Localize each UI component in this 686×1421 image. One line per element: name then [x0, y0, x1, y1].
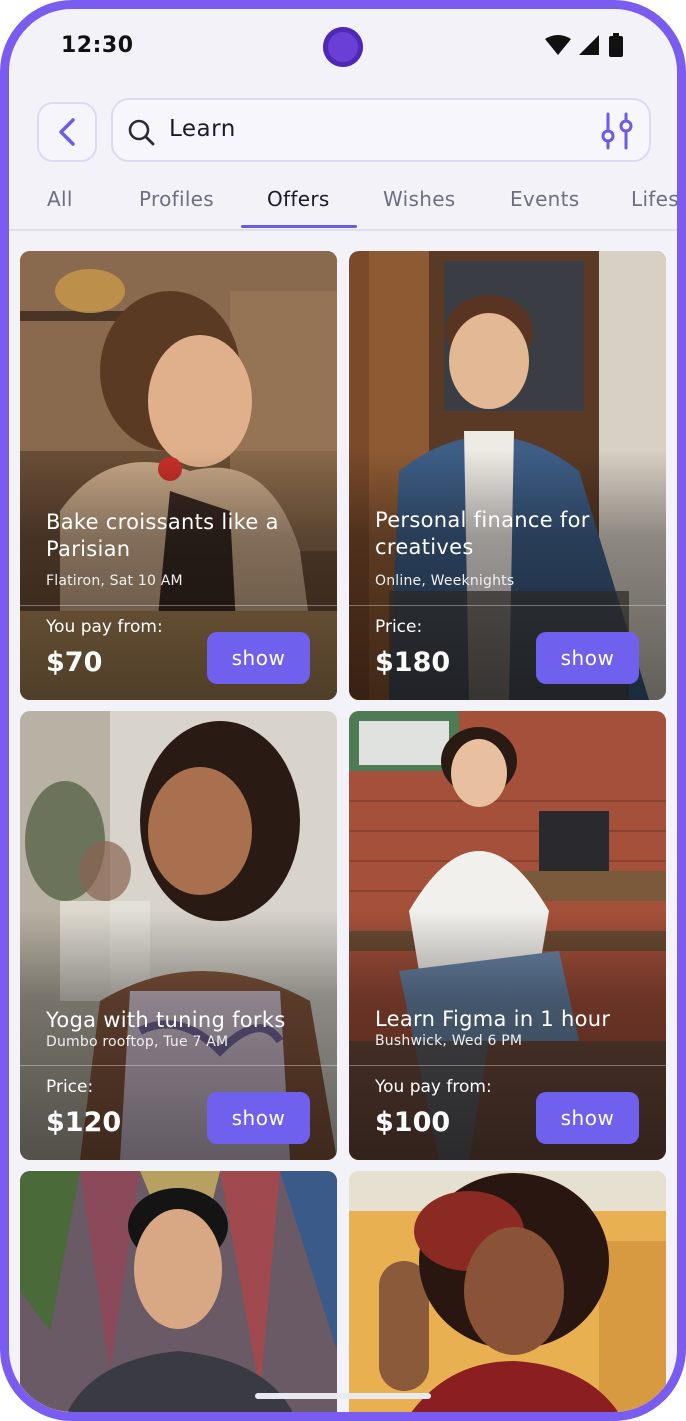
- price-value: $70: [46, 647, 103, 678]
- wifi-icon: [545, 35, 571, 55]
- system-icons: [545, 33, 623, 57]
- offer-title: Personal finance for creatives: [375, 508, 590, 559]
- offer-location-time: Dumbo rooftop, Tue 7 AM: [46, 1034, 229, 1050]
- price-value: $100: [375, 1107, 451, 1138]
- offer-photo: [349, 1171, 666, 1412]
- screen: 12:30 Learn All Profiles Offers Wishes E…: [9, 9, 677, 1412]
- offer-location-time: Bushwick, Wed 6 PM: [375, 1033, 523, 1049]
- status-time: 12:30: [61, 33, 134, 58]
- tab-all[interactable]: All: [47, 187, 73, 211]
- offer-title: Learn Figma in 1 hour: [375, 1007, 611, 1031]
- card-divider: [349, 605, 666, 606]
- offer-location-time: Flatiron, Sat 10 AM: [46, 573, 183, 589]
- show-button[interactable]: show: [536, 632, 639, 684]
- search-input[interactable]: Learn: [169, 116, 236, 142]
- card-divider: [349, 1065, 666, 1066]
- price-label: You pay from:: [375, 1077, 492, 1097]
- tab-lifes[interactable]: Lifes: [631, 187, 677, 211]
- offer-title: Bake croissants like a Parisian: [46, 510, 279, 561]
- price-label: You pay from:: [46, 617, 163, 637]
- front-camera: [323, 27, 363, 67]
- card-divider: [20, 605, 337, 606]
- battery-icon: [609, 33, 623, 57]
- home-indicator[interactable]: [255, 1393, 431, 1399]
- offer-card[interactable]: Learn Figma in 1 hour Bushwick, Wed 6 PM…: [349, 711, 666, 1160]
- card-divider: [20, 1065, 337, 1066]
- phone-frame: 12:30 Learn All Profiles Offers Wishes E…: [0, 0, 686, 1421]
- price-value: $120: [46, 1107, 122, 1138]
- offer-card[interactable]: Bake croissants like a Parisian Flatiron…: [20, 251, 337, 700]
- signal-icon: [579, 35, 599, 55]
- price-label: Price:: [375, 617, 423, 637]
- offer-card[interactable]: [20, 1171, 337, 1412]
- price-value: $180: [375, 647, 451, 678]
- offer-card[interactable]: [349, 1171, 666, 1412]
- tab-offers[interactable]: Offers: [267, 187, 330, 211]
- filter-sliders-icon[interactable]: [597, 110, 637, 152]
- tab-wishes[interactable]: Wishes: [383, 187, 456, 211]
- category-tabs: All Profiles Offers Wishes Events Lifes: [9, 177, 677, 231]
- offer-card[interactable]: Personal finance for creatives Online, W…: [349, 251, 666, 700]
- offer-title: Yoga with tuning forks: [46, 1008, 286, 1032]
- search-field[interactable]: Learn: [111, 98, 651, 162]
- back-button[interactable]: [37, 102, 97, 162]
- active-tab-indicator: [241, 225, 357, 228]
- tab-profiles[interactable]: Profiles: [139, 187, 214, 211]
- price-label: Price:: [46, 1077, 94, 1097]
- chevron-left-icon: [59, 118, 75, 146]
- show-button[interactable]: show: [207, 1092, 310, 1144]
- show-button[interactable]: show: [207, 632, 310, 684]
- tab-events[interactable]: Events: [510, 187, 580, 211]
- status-bar: 12:30: [9, 9, 677, 89]
- offer-photo: [20, 1171, 337, 1412]
- search-icon: [128, 119, 155, 146]
- offer-location-time: Online, Weeknights: [375, 573, 515, 589]
- show-button[interactable]: show: [536, 1092, 639, 1144]
- offer-card[interactable]: Yoga with tuning forks Dumbo rooftop, Tu…: [20, 711, 337, 1160]
